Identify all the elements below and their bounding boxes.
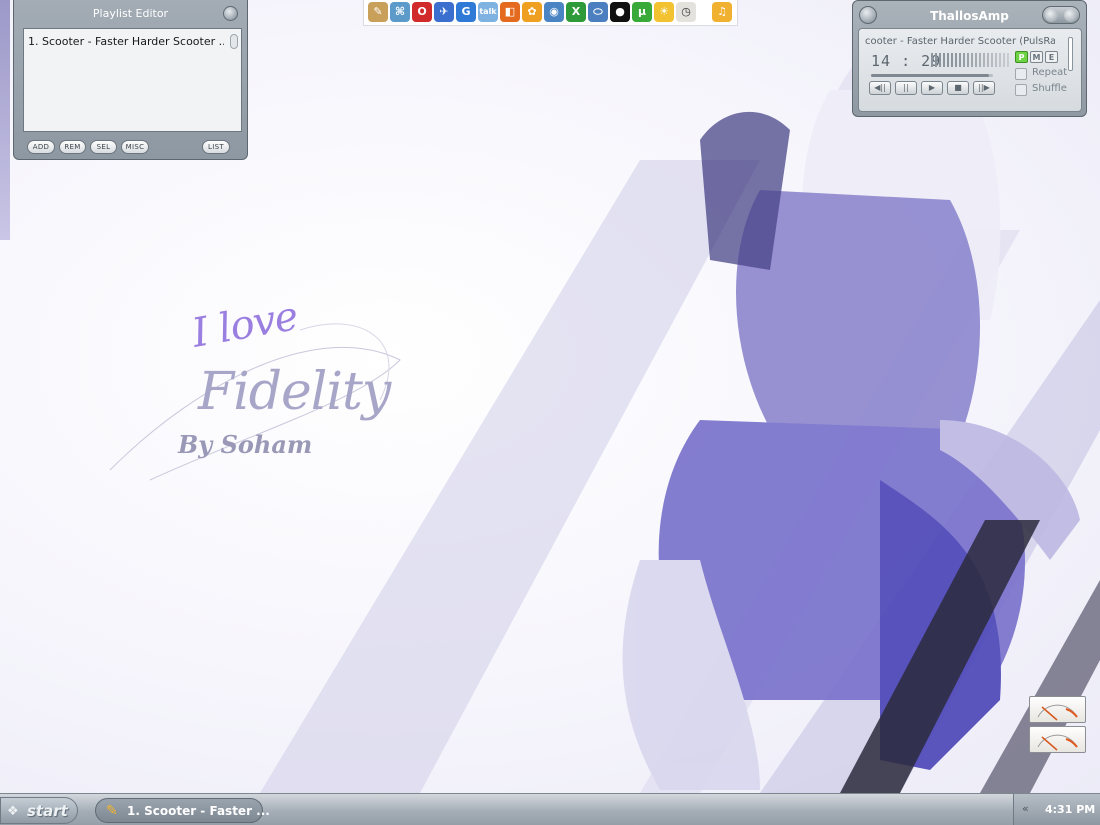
pencil-icon[interactable]: ✎ bbox=[368, 2, 388, 22]
wallpaper-text-by-soham: By Soham bbox=[178, 430, 313, 459]
playlist-list-button[interactable]: LIST bbox=[202, 140, 230, 154]
pause-button[interactable]: || bbox=[895, 81, 917, 95]
paint-icon[interactable]: ✿ bbox=[522, 2, 542, 22]
playlist-list[interactable]: 1. Scooter - Faster Harder Scooter ... bbox=[23, 28, 242, 132]
shuffle-label: Shuffle bbox=[1032, 83, 1067, 94]
utorrent-icon[interactable]: µ bbox=[632, 2, 652, 22]
stop-button[interactable]: ■ bbox=[947, 81, 969, 95]
clock-icon[interactable]: ◷ bbox=[676, 2, 696, 22]
repeat-checkbox[interactable] bbox=[1015, 68, 1027, 80]
next-button[interactable]: ||▶ bbox=[973, 81, 995, 95]
tray-expand-button[interactable]: « bbox=[1022, 802, 1029, 815]
playlist-misc-button[interactable]: MISC bbox=[121, 140, 149, 154]
player-window-controls[interactable] bbox=[1042, 6, 1080, 24]
sun-icon[interactable]: ☀ bbox=[654, 2, 674, 22]
minibrowser-toggle-button[interactable]: M bbox=[1030, 51, 1043, 63]
tray-clock[interactable]: 4:31 PM bbox=[1045, 803, 1095, 816]
vu-meter-left bbox=[1029, 696, 1086, 723]
xbox-icon[interactable]: X bbox=[566, 2, 586, 22]
system-tray: « 4:31 PM bbox=[1013, 794, 1100, 825]
kite-icon[interactable]: ✈ bbox=[434, 2, 454, 22]
playlist-add-button[interactable]: ADD bbox=[27, 140, 55, 154]
thallosamp-window: ThallosAmp cooter - Faster Harder Scoote… bbox=[852, 0, 1087, 117]
network-icon[interactable]: ⌘ bbox=[390, 2, 410, 22]
equalizer-toggle-button[interactable]: E bbox=[1045, 51, 1058, 63]
windows-flag-icon: ❖ bbox=[7, 804, 19, 819]
playlist-close-button[interactable] bbox=[223, 6, 238, 21]
vu-meter-right bbox=[1029, 726, 1086, 753]
playlist-editor-window: Playlist Editor 1. Scooter - Faster Hard… bbox=[13, 0, 248, 160]
camera-icon[interactable]: ◉ bbox=[544, 2, 564, 22]
messenger-icon[interactable]: ● bbox=[610, 2, 630, 22]
player-song-title: cooter - Faster Harder Scooter (PulsRa bbox=[865, 36, 1055, 47]
playlist-item[interactable]: 1. Scooter - Faster Harder Scooter ... bbox=[28, 35, 224, 48]
playlist-scrollbar[interactable] bbox=[230, 34, 238, 49]
taskbar-item-label: 1. Scooter - Faster ... bbox=[127, 804, 270, 818]
playlist-editor-title: Playlist Editor bbox=[92, 7, 169, 20]
seek-bar[interactable] bbox=[871, 74, 993, 77]
shuffle-checkbox[interactable] bbox=[1015, 84, 1027, 96]
opera-icon[interactable]: O bbox=[412, 2, 432, 22]
volume-slider[interactable] bbox=[1068, 37, 1073, 71]
player-visualizer bbox=[931, 53, 1009, 67]
vu-meter-right-dial bbox=[1037, 734, 1078, 751]
quick-launch-bar: ✎ ⌘ O ✈ G talk ◧ ✿ ◉ X ⬭ ● µ ☀ ◷ ♫ bbox=[363, 0, 738, 26]
gtalk-icon[interactable]: talk bbox=[478, 2, 498, 22]
drive-icon[interactable]: ⬭ bbox=[588, 2, 608, 22]
seek-bar-fill bbox=[871, 74, 990, 77]
taskbar: ❖ start ✎ 1. Scooter - Faster ... « 4:31… bbox=[0, 793, 1100, 825]
repeat-label: Repeat bbox=[1032, 67, 1068, 78]
google-g-icon[interactable]: G bbox=[456, 2, 476, 22]
playlist-remove-button[interactable]: REM bbox=[59, 140, 86, 154]
previous-button[interactable]: ◀|| bbox=[869, 81, 891, 95]
media-player-icon: ✎ bbox=[106, 803, 118, 819]
start-label: start bbox=[27, 802, 68, 820]
play-button[interactable]: ▶ bbox=[921, 81, 943, 95]
vu-meter-left-dial bbox=[1037, 704, 1078, 721]
playlist-select-button[interactable]: SEL bbox=[90, 140, 117, 154]
wallpaper-text-fidelity: Fidelity bbox=[198, 362, 391, 422]
playlist-toggle-button[interactable]: P bbox=[1015, 51, 1028, 63]
media-player-icon[interactable]: ♫ bbox=[712, 2, 732, 22]
start-button[interactable]: ❖ start bbox=[0, 797, 78, 824]
map-icon[interactable]: ◧ bbox=[500, 2, 520, 22]
taskbar-item-player[interactable]: ✎ 1. Scooter - Faster ... bbox=[95, 798, 270, 823]
